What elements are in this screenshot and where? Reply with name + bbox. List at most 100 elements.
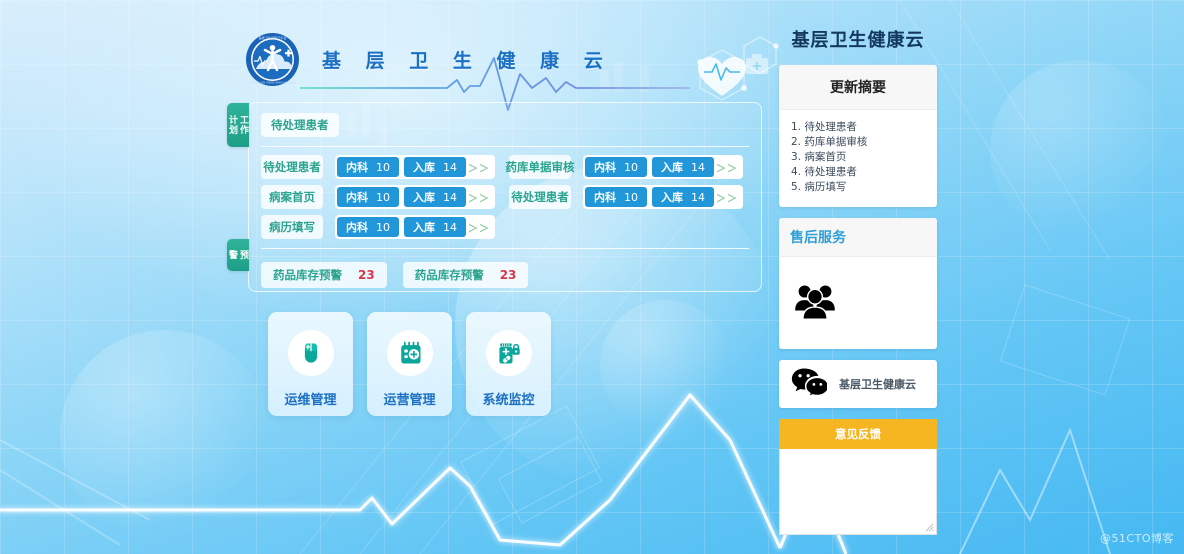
row-tags: 内科 10 入库 14 ＞＞: [335, 155, 495, 179]
feedback-input[interactable]: [779, 449, 937, 535]
warning-count: 23: [499, 268, 517, 282]
wechat-panel: 基层卫生健康云: [779, 360, 937, 408]
tag-department[interactable]: 内科 10: [337, 157, 399, 177]
update-summary-list: 1. 待处理患者 2. 药库单据审核 3. 病案首页 4. 待处理患者 5. 病…: [791, 120, 925, 195]
list-item[interactable]: 2. 药库单据审核: [791, 135, 925, 150]
right-sidebar: 基层卫生健康云 更新摘要 1. 待处理患者 2. 药库单据审核 3. 病案首页 …: [779, 26, 937, 535]
warning-row: 药品库存预警 23 药品库存预警 23: [249, 249, 761, 288]
after-sales-body: [779, 257, 937, 349]
tag-label: 内科: [346, 221, 368, 234]
svg-text:JI CENG WEI SHENG JIAN KANG YU: JI CENG WEI SHENG JIAN KANG YUN: [249, 81, 295, 85]
watermark: @51CTO博客: [1099, 532, 1174, 545]
tag-count: 10: [624, 190, 638, 204]
warning-label: 药品库存预警: [414, 268, 484, 282]
wechat-body: 基层卫生健康云: [779, 360, 937, 408]
tag-label: 入库: [413, 191, 435, 204]
tag-label: 入库: [413, 161, 435, 174]
warning-item[interactable]: 药品库存预警 23: [402, 262, 529, 288]
work-plan-headline-row: 待处理患者: [249, 103, 761, 137]
tag-label: 入库: [661, 161, 683, 174]
warning-label: 药品库存预警: [273, 268, 342, 282]
feedback-heading[interactable]: 意见反馈: [779, 419, 937, 449]
more-chevron-icon[interactable]: ＞＞: [468, 190, 490, 205]
tag-inbound[interactable]: 入库 14: [404, 157, 466, 177]
list-item[interactable]: 3. 病案首页: [791, 150, 925, 165]
sidebar-title: 基层卫生健康云: [791, 30, 925, 51]
update-summary-heading: 更新摘要: [779, 65, 937, 110]
calendar-plus-icon: [386, 330, 433, 376]
medicine-bottle-lock-icon: [485, 330, 532, 376]
headline-chip[interactable]: 待处理患者: [261, 113, 339, 137]
tag-department[interactable]: 内科 10: [337, 217, 399, 237]
background-bubble: [990, 60, 1170, 240]
app-header: 基层卫生健康云平台 JI CENG WEI SHENG JIAN KANG YU…: [245, 32, 612, 87]
tag-count: 14: [691, 190, 705, 204]
tag-inbound[interactable]: 入库 14: [652, 187, 714, 207]
tag-count: 10: [376, 220, 390, 234]
health-cloud-logo-icon: 基层卫生健康云平台 JI CENG WEI SHENG JIAN KANG YU…: [245, 32, 300, 87]
background-bubble: [600, 300, 730, 430]
after-sales-heading: 售后服务: [779, 218, 937, 257]
tag-label: 入库: [413, 221, 435, 234]
card-label: 运维管理: [284, 393, 337, 408]
tag-count: 14: [443, 220, 457, 234]
row-tags: 内科 10 入库 14 ＞＞: [335, 215, 495, 239]
tag-count: 10: [624, 160, 638, 174]
update-summary-panel: 更新摘要 1. 待处理患者 2. 药库单据审核 3. 病案首页 4. 待处理患者…: [779, 65, 937, 207]
more-chevron-icon[interactable]: ＞＞: [468, 160, 490, 175]
work-plan-rows: 待处理患者 内科 10 入库 14 ＞＞ 药库单据审核 内科 10 入库 14 …: [249, 147, 761, 239]
list-item[interactable]: 5. 病历填写: [791, 180, 925, 195]
mouse-icon: [287, 330, 334, 376]
card-ops-maintenance[interactable]: 运维管理: [268, 312, 353, 416]
svg-text:基层卫生健康云平台: 基层卫生健康云平台: [259, 35, 287, 40]
feature-card-group: 运维管理 运营管理 系统监控: [268, 312, 551, 416]
wechat-label: 基层卫生健康云: [839, 378, 916, 391]
tag-label: 内科: [594, 161, 616, 174]
card-label: 运营管理: [383, 393, 436, 408]
tag-label: 内科: [346, 161, 368, 174]
resize-handle-icon[interactable]: [925, 523, 934, 532]
tab-work-plan[interactable]: 工作计划: [227, 103, 249, 147]
row-label[interactable]: 待处理患者: [261, 155, 323, 179]
tag-count: 14: [691, 160, 705, 174]
table-row: 病案首页 内科 10 入库 14 ＞＞ 待处理患者 内科 10 入库 14 ＞＞: [261, 185, 761, 209]
tag-count: 14: [443, 160, 457, 174]
tag-inbound[interactable]: 入库 14: [404, 217, 466, 237]
brand-title: 基 层 卫 生 健 康 云: [322, 50, 612, 72]
tab-warning[interactable]: 预警: [227, 239, 249, 271]
feedback-panel: 意见反馈: [779, 419, 937, 535]
warning-count: 23: [358, 268, 375, 282]
more-chevron-icon[interactable]: ＞＞: [716, 190, 738, 205]
work-plan-panel: 工作计划 预警 待处理患者 待处理患者 内科 10 入库 14 ＞＞ 药库单据审…: [227, 102, 762, 292]
row-label[interactable]: 病案首页: [261, 185, 323, 209]
card-system-monitor[interactable]: 系统监控: [466, 312, 551, 416]
row-label[interactable]: 待处理患者: [509, 185, 571, 209]
card-label: 系统监控: [482, 393, 535, 408]
background-bubble: [60, 330, 270, 540]
tag-label: 入库: [661, 191, 683, 204]
tag-count: 10: [376, 160, 390, 174]
card-operations[interactable]: 运营管理: [367, 312, 452, 416]
tag-count: 14: [443, 190, 457, 204]
list-item[interactable]: 4. 待处理患者: [791, 165, 925, 180]
table-row: 病历填写 内科 10 入库 14 ＞＞: [261, 215, 761, 239]
more-chevron-icon[interactable]: ＞＞: [468, 220, 490, 235]
row-tags: 内科 10 入库 14 ＞＞: [583, 155, 743, 179]
people-group-icon[interactable]: [794, 282, 836, 325]
tag-label: 内科: [346, 191, 368, 204]
row-label[interactable]: 药库单据审核: [506, 155, 575, 179]
table-row: 待处理患者 内科 10 入库 14 ＞＞ 药库单据审核 内科 10 入库 14 …: [261, 155, 761, 179]
warning-item[interactable]: 药品库存预警 23: [261, 262, 387, 288]
tag-department[interactable]: 内科 10: [585, 187, 647, 207]
row-tags: 内科 10 入库 14 ＞＞: [583, 185, 743, 209]
tag-department[interactable]: 内科 10: [585, 157, 647, 177]
tag-count: 10: [376, 190, 390, 204]
more-chevron-icon[interactable]: ＞＞: [716, 160, 738, 175]
tag-department[interactable]: 内科 10: [337, 187, 399, 207]
row-label[interactable]: 病历填写: [261, 215, 323, 239]
wechat-icon[interactable]: [791, 366, 830, 402]
tag-inbound[interactable]: 入库 14: [652, 157, 714, 177]
tag-inbound[interactable]: 入库 14: [404, 187, 466, 207]
list-item[interactable]: 1. 待处理患者: [791, 120, 925, 135]
after-sales-panel: 售后服务: [779, 218, 937, 349]
